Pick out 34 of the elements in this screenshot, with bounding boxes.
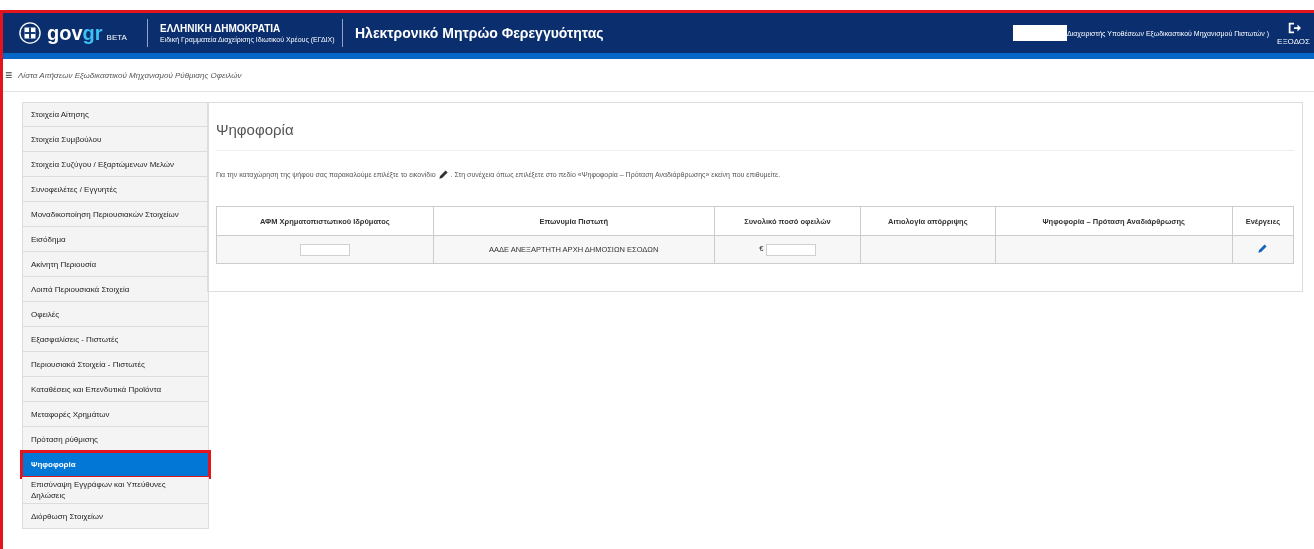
pencil-icon — [437, 169, 449, 180]
sidebar-item[interactable]: Στοιχεία Αίτησης — [22, 102, 209, 127]
sidebar-item[interactable]: Οφειλές — [22, 302, 209, 327]
sidebar-item[interactable]: Επισύναψη Εγγράφων και Υπεύθυνες Δηλώσεις — [22, 477, 209, 504]
menu-icon[interactable]: ≡ — [5, 68, 12, 82]
logo-accent: gr — [82, 21, 103, 45]
breadcrumb-link[interactable]: Λίστα Αιτήσεων Εξωδικαστικού Μηχανισμού Ρύθμισης Οφειλών — [18, 70, 242, 80]
logout-icon — [1286, 20, 1301, 35]
sidebar-item[interactable]: Διόρθωση Στοιχείων — [22, 504, 209, 529]
sidebar-item[interactable]: Καταθέσεις και Επενδυτικά Προϊόντα — [22, 377, 209, 402]
sidebar-item[interactable]: Εισόδημα — [22, 227, 209, 252]
sidebar-item[interactable]: Περιουσιακά Στοιχεία - Πιστωτές — [22, 352, 209, 377]
sidebar-item[interactable]: Στοιχεία Συμβούλου — [22, 127, 209, 152]
logo-text: gov — [47, 21, 83, 45]
beta-label: BETA — [106, 32, 127, 42]
sidebar-item[interactable]: Μεταφορές Χρημάτων — [22, 402, 209, 427]
redaction-mark — [299, 243, 350, 256]
edit-button[interactable] — [1257, 243, 1269, 254]
sidebar-item[interactable]: Λοιπά Περιουσιακά Στοιχεία — [22, 277, 209, 302]
redaction-mark — [765, 243, 816, 256]
page-title: Ψηφοφορία — [216, 103, 1294, 151]
sidebar-item[interactable]: Πρόταση ρύθμισης — [22, 427, 209, 452]
emblem-icon — [19, 22, 41, 44]
pencil-icon — [1257, 243, 1269, 254]
sidebar-item[interactable]: Ψηφοφορία — [22, 452, 209, 477]
org-title: ΕΛΛΗΝΙΚΗ ΔΗΜΟΚΡΑΤΙΑ — [160, 23, 282, 34]
sidebar-item[interactable]: Ακίνητη Περιουσία — [22, 252, 209, 277]
logout-button[interactable]: ΕΞΟΔΟΣ — [1277, 20, 1310, 46]
sidebar-item[interactable]: Στοιχεία Συζύγου / Εξαρτώμενων Μελών — [22, 152, 209, 177]
sidebar-item[interactable]: Εξασφαλίσεις - Πιστωτές — [22, 327, 209, 352]
sidebar-item[interactable]: Συνοφειλέτες / Εγγυητές — [22, 177, 209, 202]
sidebar-item[interactable]: Μοναδικοποίηση Περιουσιακών Στοιχείων — [22, 202, 209, 227]
app-title: Ηλεκτρονικό Μητρώο Φερεγγυότητας — [354, 25, 604, 41]
redaction-mark — [1012, 25, 1067, 41]
